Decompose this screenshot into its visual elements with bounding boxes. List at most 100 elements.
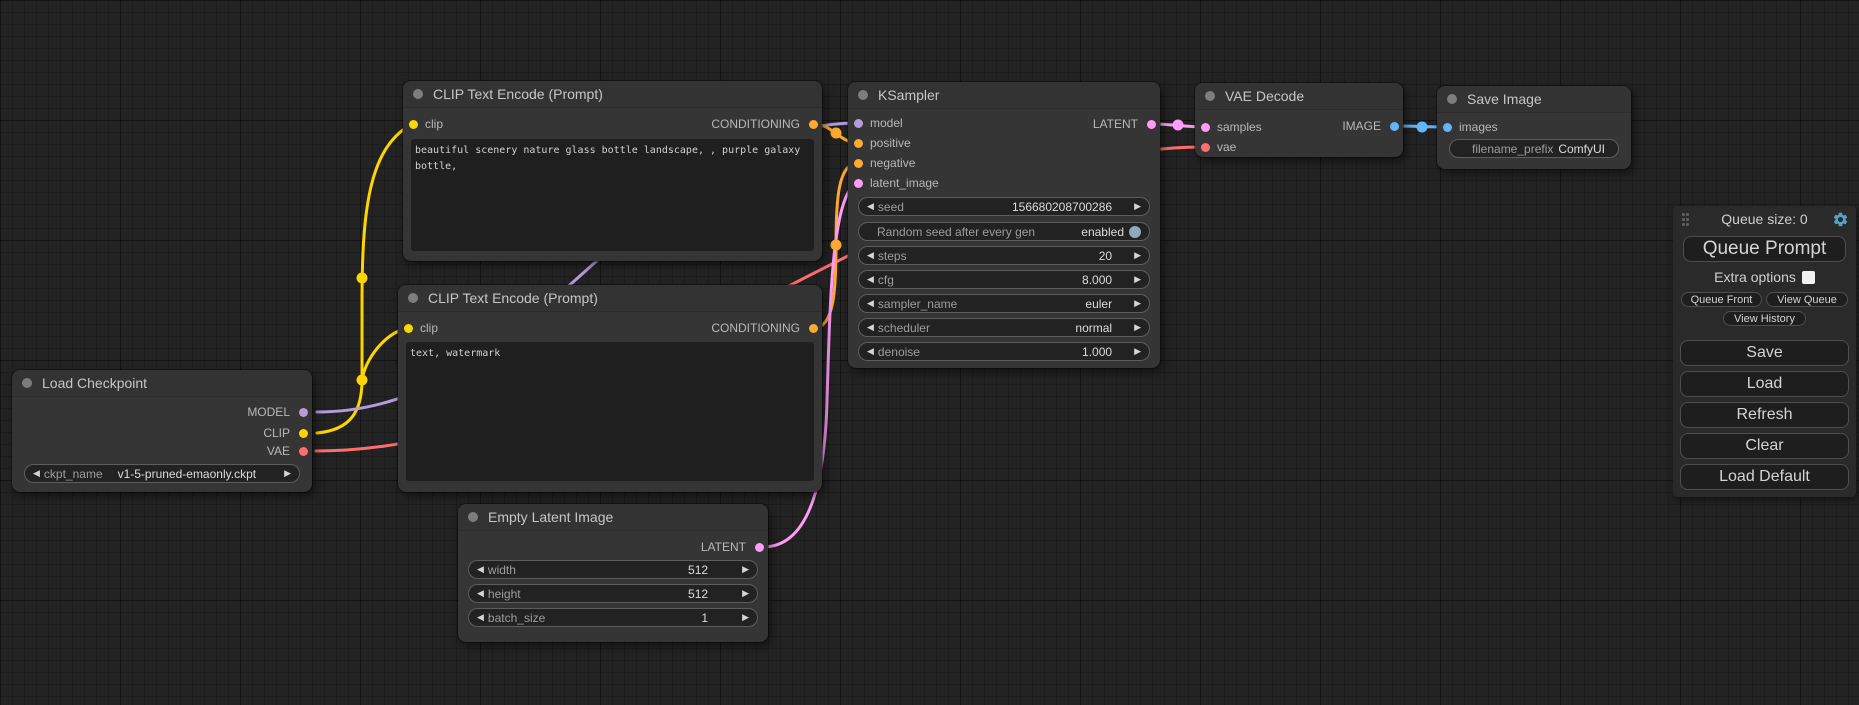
link-dot[interactable] [1173, 120, 1184, 131]
sampler-name-widget[interactable]: sampler_name euler [858, 294, 1150, 313]
link-dot[interactable] [357, 273, 368, 284]
view-history-button[interactable]: View History [1723, 311, 1806, 326]
node-collapse-dot-icon[interactable] [1447, 94, 1457, 104]
output-port-latent[interactable]: LATENT [1093, 114, 1160, 134]
decrement-arrow-icon[interactable] [477, 584, 484, 603]
output-port-model[interactable]: MODEL [247, 402, 312, 422]
link-dot[interactable] [831, 240, 842, 251]
node-clip-text-encode-negative[interactable]: CLIP Text Encode (Prompt) clip CONDITION… [398, 285, 822, 492]
load-button[interactable]: Load [1680, 371, 1849, 397]
decrement-arrow-icon[interactable] [867, 197, 874, 216]
output-port-conditioning[interactable]: CONDITIONING [711, 114, 822, 134]
node-ksampler[interactable]: KSampler model positive negative latent_… [848, 82, 1160, 368]
view-queue-button[interactable]: View Queue [1766, 292, 1848, 307]
batch-size-widget[interactable]: batch_size 1 [468, 608, 758, 627]
node-title-ksampler[interactable]: KSampler [848, 82, 1160, 109]
queue-panel[interactable]: Queue size: 0 Queue Prompt Extra options… [1673, 206, 1856, 497]
node-title-vae-decode[interactable]: VAE Decode [1195, 83, 1403, 110]
save-button[interactable]: Save [1680, 340, 1849, 366]
port-dot-latent[interactable] [755, 543, 764, 552]
port-dot-conditioning[interactable] [854, 159, 863, 168]
width-widget[interactable]: width 512 [468, 560, 758, 579]
output-port-vae[interactable]: VAE [267, 441, 312, 461]
seed-widget[interactable]: seed 156680208700286 [858, 197, 1150, 216]
input-port-samples[interactable]: samples [1195, 117, 1262, 137]
output-port-clip[interactable]: CLIP [263, 423, 312, 443]
increment-arrow-icon[interactable] [1134, 246, 1141, 265]
node-title-clip-positive[interactable]: CLIP Text Encode (Prompt) [403, 81, 822, 108]
random-seed-toggle[interactable]: Random seed after every gen enabled [858, 222, 1150, 241]
clear-button[interactable]: Clear [1680, 433, 1849, 459]
queue-prompt-button[interactable]: Queue Prompt [1683, 236, 1846, 262]
port-dot-vae[interactable] [299, 447, 308, 456]
port-dot-clip[interactable] [404, 324, 413, 333]
increment-arrow-icon[interactable] [1134, 294, 1141, 313]
link-dot[interactable] [357, 375, 368, 386]
decrement-arrow-icon[interactable] [477, 560, 484, 579]
filename-prefix-widget[interactable]: filename_prefix ComfyUI [1449, 139, 1619, 158]
node-vae-decode[interactable]: VAE Decode samples vae IMAGE [1195, 83, 1403, 157]
increment-arrow-icon[interactable] [284, 464, 291, 483]
port-dot-latent[interactable] [1147, 120, 1156, 129]
input-port-negative[interactable]: negative [848, 153, 915, 173]
node-title-empty-latent[interactable]: Empty Latent Image [458, 504, 768, 531]
drag-handle-icon[interactable] [1682, 213, 1690, 228]
input-port-model[interactable]: model [848, 113, 903, 133]
queue-front-button[interactable]: Queue Front [1681, 292, 1762, 307]
ckpt-name-widget[interactable]: ckpt_name v1-5-pruned-emaonly.ckpt [24, 464, 300, 483]
node-collapse-dot-icon[interactable] [1205, 91, 1215, 101]
port-dot-clip[interactable] [409, 120, 418, 129]
decrement-arrow-icon[interactable] [867, 318, 874, 337]
node-collapse-dot-icon[interactable] [858, 90, 868, 100]
extra-options-checkbox[interactable] [1802, 271, 1815, 284]
toggle-knob-icon[interactable] [1129, 226, 1141, 238]
increment-arrow-icon[interactable] [1134, 318, 1141, 337]
load-default-button[interactable]: Load Default [1680, 464, 1849, 490]
port-dot-latent[interactable] [854, 179, 863, 188]
cfg-widget[interactable]: cfg 8.000 [858, 270, 1150, 289]
input-port-vae[interactable]: vae [1195, 137, 1236, 157]
decrement-arrow-icon[interactable] [867, 270, 874, 289]
port-dot-clip[interactable] [299, 429, 308, 438]
port-dot-conditioning[interactable] [809, 120, 818, 129]
node-title-clip-negative[interactable]: CLIP Text Encode (Prompt) [398, 285, 822, 312]
decrement-arrow-icon[interactable] [477, 608, 484, 627]
node-collapse-dot-icon[interactable] [413, 89, 423, 99]
output-port-conditioning[interactable]: CONDITIONING [711, 318, 822, 338]
node-clip-text-encode-positive[interactable]: CLIP Text Encode (Prompt) clip CONDITION… [403, 81, 822, 261]
port-dot-latent[interactable] [1201, 123, 1210, 132]
input-port-positive[interactable]: positive [848, 133, 911, 153]
increment-arrow-icon[interactable] [742, 608, 749, 627]
decrement-arrow-icon[interactable] [867, 246, 874, 265]
input-port-latent-image[interactable]: latent_image [848, 173, 939, 193]
prompt-textarea[interactable]: text, watermark [406, 342, 814, 481]
steps-widget[interactable]: steps 20 [858, 246, 1150, 265]
refresh-button[interactable]: Refresh [1680, 402, 1849, 428]
settings-button[interactable] [1832, 211, 1849, 228]
scheduler-widget[interactable]: scheduler normal [858, 318, 1150, 337]
node-load-checkpoint[interactable]: Load Checkpoint MODEL CLIP VAE ckpt_name… [12, 370, 312, 492]
input-port-clip[interactable]: clip [398, 318, 438, 338]
node-title-load-checkpoint[interactable]: Load Checkpoint [12, 370, 312, 397]
port-dot-image[interactable] [1443, 123, 1452, 132]
output-port-latent[interactable]: LATENT [701, 537, 768, 557]
input-port-clip[interactable]: clip [403, 114, 443, 134]
port-dot-image[interactable] [1390, 122, 1399, 131]
denoise-widget[interactable]: denoise 1.000 [858, 342, 1150, 361]
node-collapse-dot-icon[interactable] [408, 293, 418, 303]
node-title-save-image[interactable]: Save Image [1437, 86, 1631, 113]
increment-arrow-icon[interactable] [1134, 342, 1141, 361]
link-dot[interactable] [831, 128, 842, 139]
link-dot[interactable] [1417, 122, 1428, 133]
node-save-image[interactable]: Save Image images filename_prefix ComfyU… [1437, 86, 1631, 169]
increment-arrow-icon[interactable] [742, 584, 749, 603]
decrement-arrow-icon[interactable] [33, 464, 40, 483]
increment-arrow-icon[interactable] [1134, 197, 1141, 216]
port-dot-conditioning[interactable] [809, 324, 818, 333]
port-dot-conditioning[interactable] [854, 139, 863, 148]
port-dot-vae[interactable] [1201, 143, 1210, 152]
input-port-images[interactable]: images [1437, 117, 1498, 137]
height-widget[interactable]: height 512 [468, 584, 758, 603]
node-collapse-dot-icon[interactable] [468, 512, 478, 522]
output-port-image[interactable]: IMAGE [1342, 116, 1403, 136]
